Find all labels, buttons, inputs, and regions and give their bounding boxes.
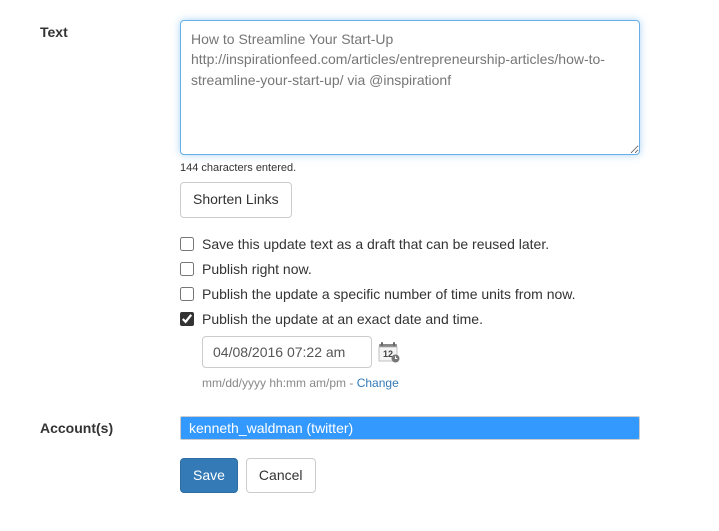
save-draft-checkbox[interactable] bbox=[180, 237, 194, 251]
publish-now-label[interactable]: Publish right now. bbox=[202, 261, 312, 277]
cancel-button[interactable]: Cancel bbox=[246, 458, 316, 494]
accounts-label: Account(s) bbox=[40, 416, 180, 436]
char-count: 144 characters entered. bbox=[180, 162, 640, 174]
change-link[interactable]: Change bbox=[357, 376, 399, 390]
publish-relative-checkbox[interactable] bbox=[180, 287, 194, 301]
save-draft-label[interactable]: Save this update text as a draft that ca… bbox=[202, 236, 549, 252]
text-label: Text bbox=[40, 20, 180, 40]
publish-exact-label[interactable]: Publish the update at an exact date and … bbox=[202, 311, 483, 327]
datetime-input[interactable] bbox=[202, 336, 372, 368]
accounts-selected: kenneth_waldman (twitter) bbox=[189, 420, 353, 436]
calendar-icon[interactable]: 12 bbox=[378, 341, 400, 363]
publish-relative-label[interactable]: Publish the update a specific number of … bbox=[202, 286, 576, 302]
datetime-hint: mm/dd/yyyy hh:mm am/pm - Change bbox=[202, 376, 640, 390]
publish-exact-checkbox[interactable] bbox=[180, 312, 194, 326]
update-text-input[interactable] bbox=[180, 20, 640, 155]
accounts-select[interactable]: kenneth_waldman (twitter) bbox=[180, 416, 640, 440]
svg-text:12: 12 bbox=[383, 349, 393, 359]
shorten-links-button[interactable]: Shorten Links bbox=[180, 182, 292, 218]
save-button[interactable]: Save bbox=[180, 458, 238, 494]
publish-now-checkbox[interactable] bbox=[180, 262, 194, 276]
